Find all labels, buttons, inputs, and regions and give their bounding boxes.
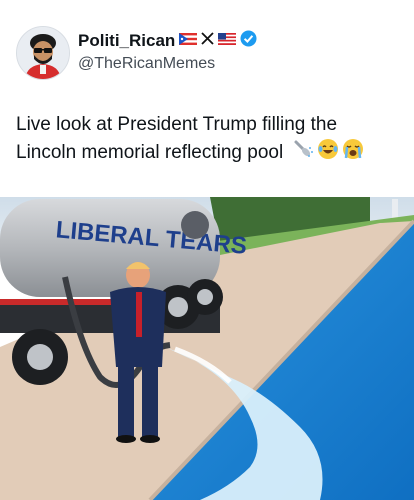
author-handle[interactable]: @TheRicanMemes xyxy=(78,55,257,73)
laughing-tears-emoji xyxy=(317,138,339,168)
author-names: Politi_Rican @TheRicanMemes xyxy=(78,30,257,73)
avatar[interactable] xyxy=(16,26,70,80)
puerto-rico-flag-icon xyxy=(179,32,198,50)
emoji-row xyxy=(292,138,364,168)
x-logo-icon xyxy=(201,32,214,50)
shower-icon xyxy=(292,138,314,168)
post-text: Live look at President Trump filling the… xyxy=(16,112,401,168)
post-text-body: Live look at President Trump filling the… xyxy=(16,114,338,164)
crying-emoji xyxy=(342,138,364,168)
post-image[interactable]: LIBERAL TEARS xyxy=(0,197,414,500)
post-header: Politi_Rican @TheRicanMemes xyxy=(16,26,406,82)
us-flag-icon xyxy=(218,32,237,50)
display-name-row: Politi_Rican xyxy=(78,30,257,52)
verified-badge-icon xyxy=(240,30,257,52)
display-name[interactable]: Politi_Rican xyxy=(78,31,175,51)
